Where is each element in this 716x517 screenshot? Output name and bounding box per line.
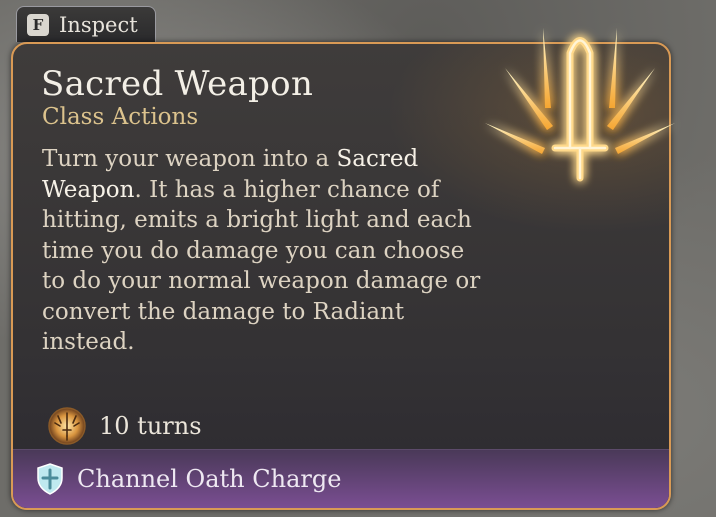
cost-text: Channel Oath Charge xyxy=(77,465,342,493)
sacred-weapon-sword-icon xyxy=(485,28,675,182)
cost-footer: Channel Oath Charge xyxy=(13,449,669,508)
duration-text: 10 turns xyxy=(99,412,202,440)
action-description: Turn your weapon into a Sacred Weapon. I… xyxy=(42,144,482,358)
inspect-key-badge: F xyxy=(27,13,49,36)
channel-oath-shield-icon xyxy=(37,463,63,495)
action-category: Class Actions xyxy=(42,104,199,130)
inspect-tab[interactable]: F Inspect xyxy=(16,6,156,42)
action-title: Sacred Weapon xyxy=(41,64,314,104)
description-text-2: . It has a higher chance of hitting, emi… xyxy=(42,176,481,356)
sacred-weapon-small-icon xyxy=(48,407,86,445)
description-text-1: Turn your weapon into a xyxy=(42,146,337,172)
duration-row: 10 turns xyxy=(47,406,202,446)
inspect-label: Inspect xyxy=(59,12,138,37)
